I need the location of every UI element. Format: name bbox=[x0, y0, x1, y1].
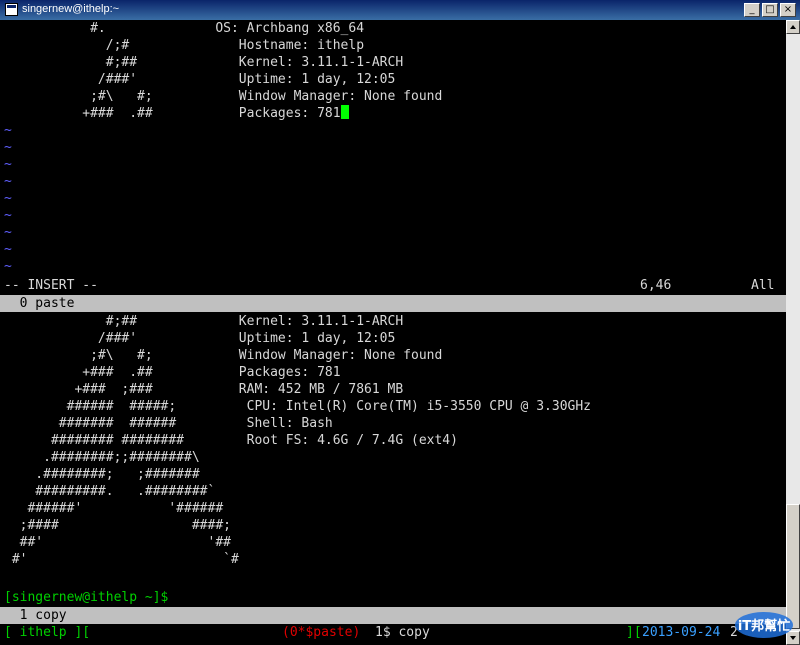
scroll-up-arrow-icon[interactable] bbox=[786, 20, 800, 34]
empty-line-tilde: ~ bbox=[4, 208, 12, 223]
empty-line-tilde: ~ bbox=[4, 259, 12, 274]
bottom-pane-line: ;#\ #; Window Manager: None found bbox=[4, 348, 443, 363]
close-button[interactable]: × bbox=[780, 3, 796, 17]
vertical-scrollbar[interactable] bbox=[786, 20, 800, 645]
bottom-pane-line: /###' Uptime: 1 day, 12:05 bbox=[4, 331, 396, 346]
top-pane-line: #;## Kernel: 3.11.1-1-ARCH bbox=[4, 55, 404, 70]
bottom-pane-line: ######' '###### bbox=[4, 501, 224, 516]
terminal-app-icon bbox=[5, 3, 18, 16]
bottom-pane-line: ##' '## bbox=[4, 535, 231, 550]
tmux-window-1[interactable]: 1$ copy bbox=[375, 624, 430, 641]
pane-title-paste: 0 paste bbox=[4, 296, 75, 311]
empty-line-tilde: ~ bbox=[4, 140, 12, 155]
bottom-pane-line: .########; ;####### bbox=[4, 467, 200, 482]
pane-status-bar-copy[interactable]: 1 copy bbox=[0, 607, 786, 624]
top-pane-line: #. OS: Archbang x86_64 bbox=[4, 21, 365, 36]
minimize-button[interactable]: _ bbox=[744, 3, 760, 17]
top-pane-line-text: +### .## Packages: 781 bbox=[4, 106, 341, 121]
vim-scroll-indicator: All bbox=[751, 278, 775, 293]
empty-line-tilde: ~ bbox=[4, 225, 12, 240]
empty-line-tilde: ~ bbox=[4, 123, 12, 138]
empty-line-tilde: ~ bbox=[4, 242, 12, 257]
window-titlebar: singernew@ithelp:~ _ □ × bbox=[0, 0, 800, 20]
bottom-pane-line: +### .## Packages: 781 bbox=[4, 365, 341, 380]
bottom-pane-line: ;#### ####; bbox=[4, 518, 231, 533]
pane-status-bar-paste[interactable]: 0 paste bbox=[0, 295, 786, 312]
maximize-button[interactable]: □ bbox=[762, 3, 778, 17]
pane-title-copy: 1 copy bbox=[4, 608, 67, 623]
top-pane-line-with-cursor: +### .## Packages: 781 bbox=[4, 105, 349, 122]
tmux-right-bracket: ][ bbox=[626, 625, 642, 640]
terminal-area[interactable]: #. OS: Archbang x86_64 /;# Hostname: ith… bbox=[0, 20, 786, 645]
empty-line-tilde: ~ bbox=[4, 157, 12, 172]
tmux-date: 2013-09-24 bbox=[642, 625, 721, 640]
ithelp-logo-watermark: iT邦幫忙 bbox=[735, 612, 793, 638]
empty-line-tilde: ~ bbox=[4, 174, 12, 189]
tmux-session-name: [ ithelp ][ bbox=[4, 625, 91, 640]
bottom-pane-line: ######## ######## Root FS: 4.6G / 7.4G (… bbox=[4, 433, 458, 448]
bottom-pane-line: +### ;### RAM: 452 MB / 7861 MB bbox=[4, 382, 404, 397]
vim-cursor-position: 6,46 bbox=[640, 278, 672, 293]
tmux-window-0[interactable]: (0*$paste) bbox=[282, 624, 360, 641]
bottom-pane-line: .########;;########\ bbox=[4, 450, 200, 465]
watermark-text: iT邦幫忙 bbox=[738, 618, 790, 634]
text-cursor bbox=[340, 105, 349, 119]
shell-prompt[interactable]: [singernew@ithelp ~]$ bbox=[4, 589, 168, 606]
bottom-pane-line: #;## Kernel: 3.11.1-1-ARCH bbox=[4, 314, 404, 329]
empty-line-tilde: ~ bbox=[4, 191, 12, 206]
vim-mode-indicator: -- INSERT -- bbox=[4, 278, 98, 293]
window-title: singernew@ithelp:~ bbox=[22, 3, 120, 15]
top-pane-line: /###' Uptime: 1 day, 12:05 bbox=[4, 72, 396, 87]
top-pane-line: /;# Hostname: ithelp bbox=[4, 38, 365, 53]
bottom-pane-line: ####### ###### Shell: Bash bbox=[4, 416, 333, 431]
bottom-pane-line: #########. .########` bbox=[4, 484, 216, 499]
bottom-pane-line: ###### #####; CPU: Intel(R) Core(TM) i5-… bbox=[4, 399, 591, 414]
bottom-pane-line: #' `# bbox=[4, 552, 239, 567]
top-pane-line: ;#\ #; Window Manager: None found bbox=[4, 89, 443, 104]
